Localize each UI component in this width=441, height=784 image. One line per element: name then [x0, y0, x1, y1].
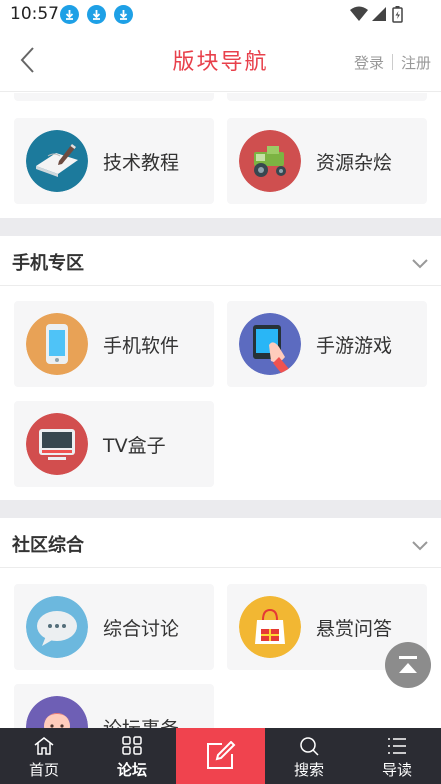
- nav-guide[interactable]: 导读: [353, 728, 441, 784]
- forum-card-resources[interactable]: 资源杂烩: [227, 118, 427, 204]
- forum-card-label: 资源杂烩: [316, 152, 393, 174]
- avatar-icon: [26, 696, 88, 728]
- wifi-icon: [350, 6, 368, 21]
- section-divider: [0, 500, 441, 518]
- auth-links: 登录 注册: [354, 52, 431, 73]
- system-icons: [349, 5, 409, 29]
- forum-card-label: 论坛事务: [103, 714, 179, 728]
- tractor-icon: [239, 130, 301, 192]
- forum-card-label: 手机软件: [103, 335, 180, 357]
- grid-icon: [121, 736, 143, 760]
- status-time: 10:57: [10, 4, 59, 24]
- search-icon: [298, 736, 320, 760]
- home-icon: [33, 736, 55, 760]
- chevron-down-icon[interactable]: [411, 536, 429, 555]
- forum-card-label: TV盒子: [103, 435, 166, 457]
- forum-card-label: 技术教程: [103, 152, 180, 174]
- download-notification-icon: [87, 5, 106, 24]
- section-title: 手机专区: [12, 253, 84, 274]
- section-divider: [0, 218, 441, 236]
- nav-compose-button[interactable]: [176, 728, 265, 784]
- tablet-touch-icon: [239, 313, 301, 375]
- signal-icon: [372, 7, 386, 21]
- forum-card-forum-affairs[interactable]: 论坛事务: [14, 684, 214, 728]
- forum-card-tv-box[interactable]: TV盒子: [14, 401, 214, 487]
- back-to-top-button[interactable]: [385, 642, 431, 688]
- nav-label: 论坛: [116, 761, 147, 779]
- arrow-up-to-top-icon: [399, 656, 417, 673]
- tv-box-icon: [26, 413, 88, 475]
- forum-card[interactable]: [14, 93, 214, 101]
- download-notification-icon: [60, 5, 79, 24]
- register-link[interactable]: 注册: [401, 54, 431, 72]
- bottom-nav: 首页 论坛 搜索 导读: [0, 728, 441, 784]
- list-icon: [386, 736, 408, 760]
- nav-home[interactable]: 首页: [0, 728, 88, 784]
- nav-search[interactable]: 搜索: [265, 728, 353, 784]
- forum-card-label: 手游游戏: [316, 335, 393, 357]
- forum-card-tech-tutorial[interactable]: 技术教程: [14, 118, 214, 204]
- compose-icon: [207, 741, 236, 769]
- chevron-down-icon[interactable]: [411, 254, 429, 273]
- nav-label: 导读: [381, 761, 412, 779]
- forum-card-label: 悬赏问答: [316, 618, 393, 640]
- section-header-mobile[interactable]: 手机专区: [0, 236, 441, 286]
- forum-card[interactable]: [227, 93, 427, 101]
- forum-card-mobile-software[interactable]: 手机软件: [14, 301, 214, 387]
- login-link[interactable]: 登录: [354, 54, 384, 72]
- status-bar: 10:57: [0, 0, 441, 30]
- forum-card-mobile-games[interactable]: 手游游戏: [227, 301, 427, 387]
- forum-card-label: 综合讨论: [103, 618, 180, 640]
- forum-card-general-discussion[interactable]: 综合讨论: [14, 584, 214, 670]
- nav-label: 首页: [28, 761, 59, 779]
- nav-forum[interactable]: 论坛: [88, 728, 176, 784]
- battery-icon: [392, 6, 403, 23]
- section-header-community[interactable]: 社区综合: [0, 518, 441, 568]
- gift-bag-icon: [239, 596, 301, 658]
- notebook-pen-icon: [26, 130, 88, 192]
- download-notification-icon: [114, 5, 133, 24]
- chat-bubble-icon: [26, 596, 88, 658]
- forum-board-list: 技术教程 资源杂烩 手机专区 手机软件 手游游戏 TV盒子 社区综合 综合讨论 …: [0, 93, 441, 728]
- smartphone-icon: [26, 313, 88, 375]
- app-header: 版块导航 登录 注册: [0, 30, 441, 92]
- nav-label: 搜索: [293, 761, 324, 779]
- divider: [391, 54, 393, 70]
- section-title: 社区综合: [12, 535, 84, 556]
